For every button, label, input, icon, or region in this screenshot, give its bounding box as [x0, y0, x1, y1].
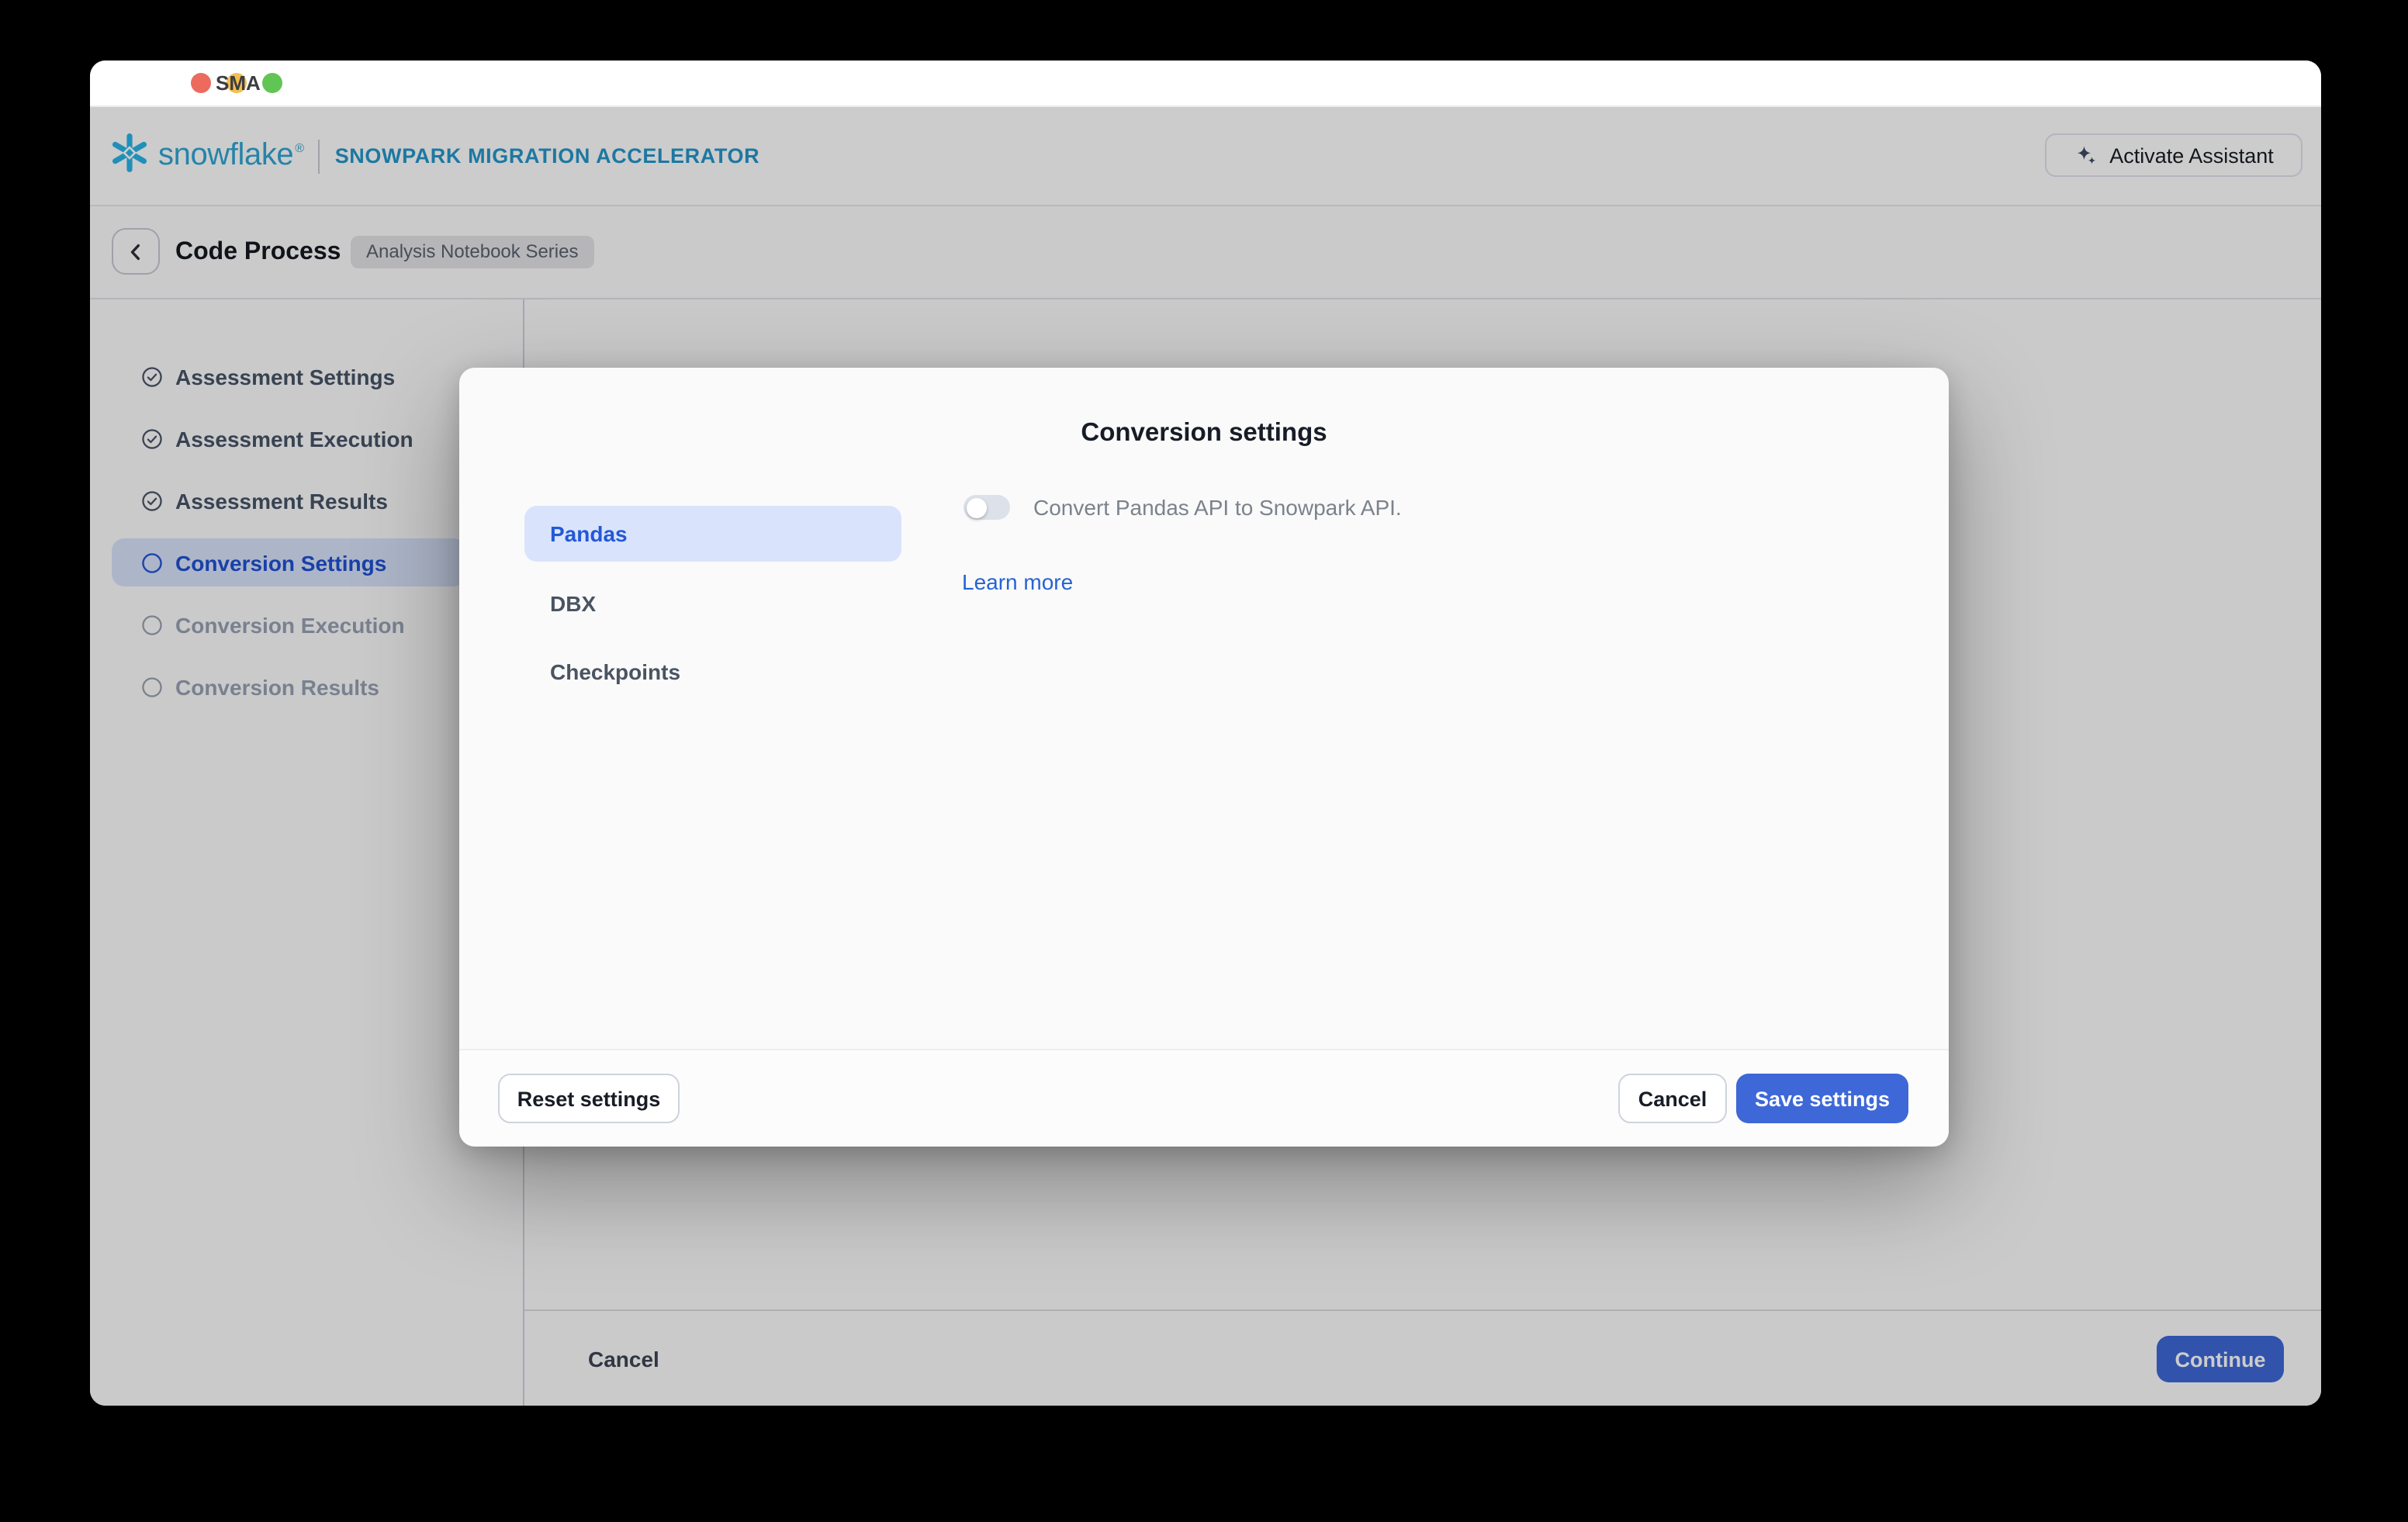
- tab-checkpoints[interactable]: Checkpoints: [524, 644, 901, 700]
- pandas-api-toggle[interactable]: [964, 495, 1010, 520]
- close-window-icon[interactable]: [191, 73, 211, 93]
- dialog-title: Conversion settings: [459, 419, 1949, 448]
- dialog-footer: Reset settings Cancel Save settings: [459, 1049, 1949, 1147]
- tab-pandas[interactable]: Pandas: [524, 506, 901, 562]
- learn-more-link[interactable]: Learn more: [962, 569, 1073, 594]
- tab-dbx[interactable]: DBX: [524, 575, 901, 631]
- dialog-cancel-button[interactable]: Cancel: [1618, 1074, 1727, 1123]
- pandas-toggle-row: Convert Pandas API to Snowpark API.: [964, 483, 1402, 532]
- toggle-knob: [966, 497, 986, 517]
- reset-settings-button[interactable]: Reset settings: [498, 1074, 680, 1123]
- window-title: SMA: [216, 61, 261, 106]
- stage: SMA: [0, 0, 2408, 1522]
- titlebar: SMA: [90, 61, 2321, 107]
- dialog-tab-list: Pandas DBX Checkpoints: [524, 506, 901, 700]
- conversion-settings-dialog: Conversion settings Pandas DBX Checkpoin…: [459, 368, 1949, 1147]
- zoom-window-icon[interactable]: [262, 73, 282, 93]
- toggle-label: Convert Pandas API to Snowpark API.: [1033, 495, 1402, 520]
- save-settings-button[interactable]: Save settings: [1736, 1074, 1908, 1123]
